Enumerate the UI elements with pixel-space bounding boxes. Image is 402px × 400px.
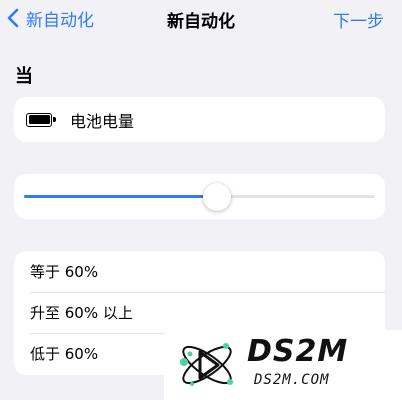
battery-icon (26, 112, 56, 127)
slider-track[interactable] (24, 183, 375, 211)
next-button[interactable]: 下一步 (333, 7, 384, 32)
battery-trigger-row[interactable]: 电池电量 (14, 97, 385, 142)
option-label: 低于 60% (30, 345, 99, 363)
slider-thumb[interactable] (203, 183, 232, 211)
option-equal-to[interactable]: 等于 60% (14, 251, 385, 292)
option-label: 等于 60% (30, 263, 99, 281)
battery-level-slider-card (14, 174, 385, 219)
navigation-bar: 新自动化 新自动化 下一步 (0, 0, 402, 36)
slider-fill (24, 195, 218, 198)
watermark: DS2M DS2M.COM (164, 330, 402, 400)
trigger-label: 电池电量 (70, 111, 135, 131)
atom-logo-icon (180, 343, 233, 386)
watermark-text: DS2M (247, 334, 349, 369)
section-header: 当 (15, 66, 33, 87)
option-rises-above[interactable]: 升至 60% 以上 (14, 292, 385, 333)
option-label: 升至 60% 以上 (30, 304, 133, 322)
watermark-url: DS2M.COM (254, 372, 330, 388)
